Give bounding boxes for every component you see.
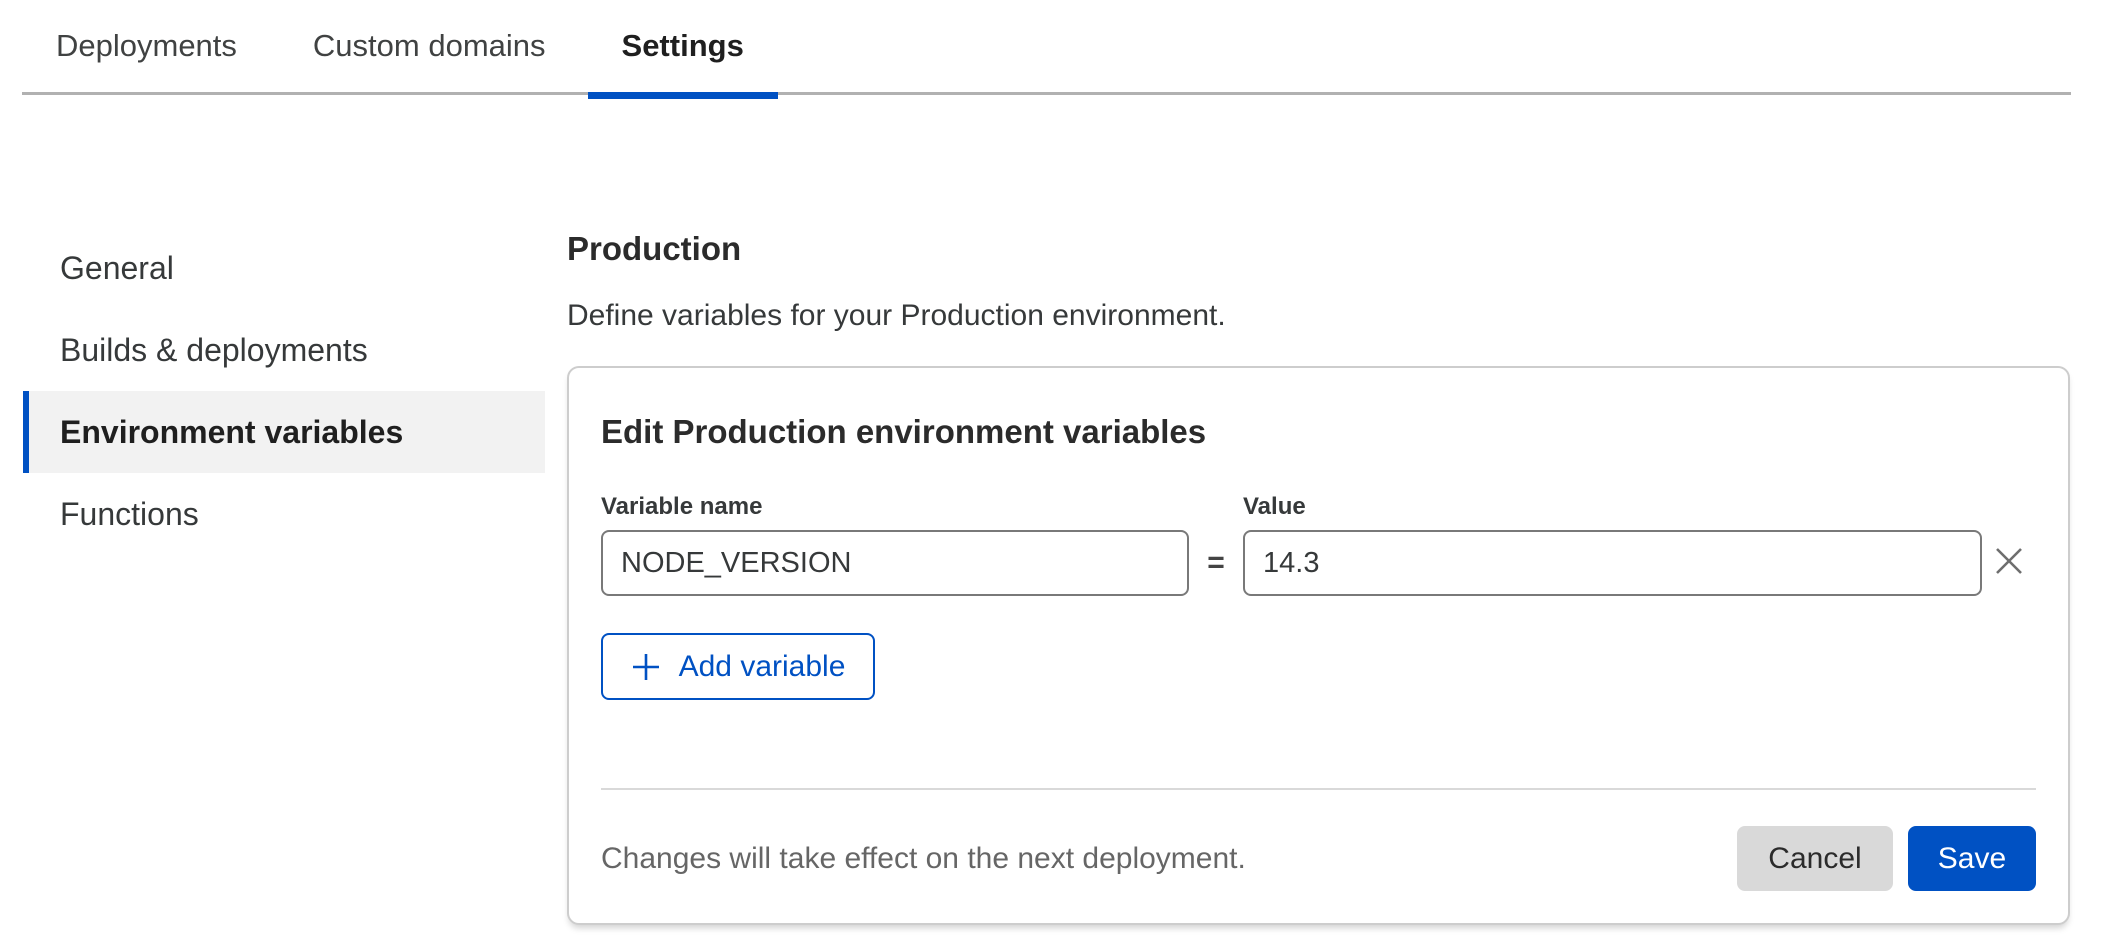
- card-divider: [601, 788, 2036, 790]
- variable-name-label: Variable name: [601, 494, 1189, 520]
- main-content: Production Define variables for your Pro…: [567, 228, 2070, 925]
- variable-name-column: Variable name: [601, 494, 1189, 596]
- add-variable-button[interactable]: Add variable: [601, 633, 875, 700]
- sidebar-item-functions[interactable]: Functions: [23, 473, 545, 555]
- environment-variables-card: Edit Production environment variables Va…: [567, 366, 2070, 925]
- variable-name-input[interactable]: [601, 530, 1189, 596]
- page-title: Production: [567, 228, 2070, 270]
- top-tab-bar: Deployments Custom domains Settings: [22, 0, 2071, 95]
- card-heading: Edit Production environment variables: [601, 412, 2036, 452]
- remove-variable-button[interactable]: [1982, 530, 2036, 596]
- tab-custom-domains[interactable]: Custom domains: [279, 0, 580, 94]
- settings-page: Deployments Custom domains Settings Gene…: [0, 0, 2121, 948]
- cancel-button[interactable]: Cancel: [1737, 826, 1893, 891]
- sidebar-item-builds-deployments[interactable]: Builds & deployments: [23, 309, 545, 391]
- variable-value-input[interactable]: [1243, 530, 1982, 596]
- sidebar-item-environment-variables[interactable]: Environment variables: [23, 391, 545, 473]
- deployment-note: Changes will take effect on the next dep…: [601, 842, 1246, 876]
- tab-settings[interactable]: Settings: [588, 0, 778, 94]
- add-variable-label: Add variable: [679, 650, 846, 684]
- page-description: Define variables for your Production env…: [567, 296, 2070, 336]
- settings-sidebar: General Builds & deployments Environment…: [23, 227, 545, 555]
- x-remove-icon: [1993, 545, 2025, 582]
- plus-icon: [631, 652, 661, 682]
- equals-sign: =: [1189, 530, 1243, 596]
- sidebar-item-general[interactable]: General: [23, 227, 545, 309]
- variable-row: Variable name = Value: [601, 494, 2036, 596]
- tab-deployments[interactable]: Deployments: [22, 0, 271, 94]
- card-footer: Changes will take effect on the next dep…: [601, 826, 2036, 891]
- value-label: Value: [1243, 494, 1982, 520]
- variable-value-column: Value: [1243, 494, 1982, 596]
- footer-actions: Cancel Save: [1737, 826, 2036, 891]
- save-button[interactable]: Save: [1908, 826, 2036, 891]
